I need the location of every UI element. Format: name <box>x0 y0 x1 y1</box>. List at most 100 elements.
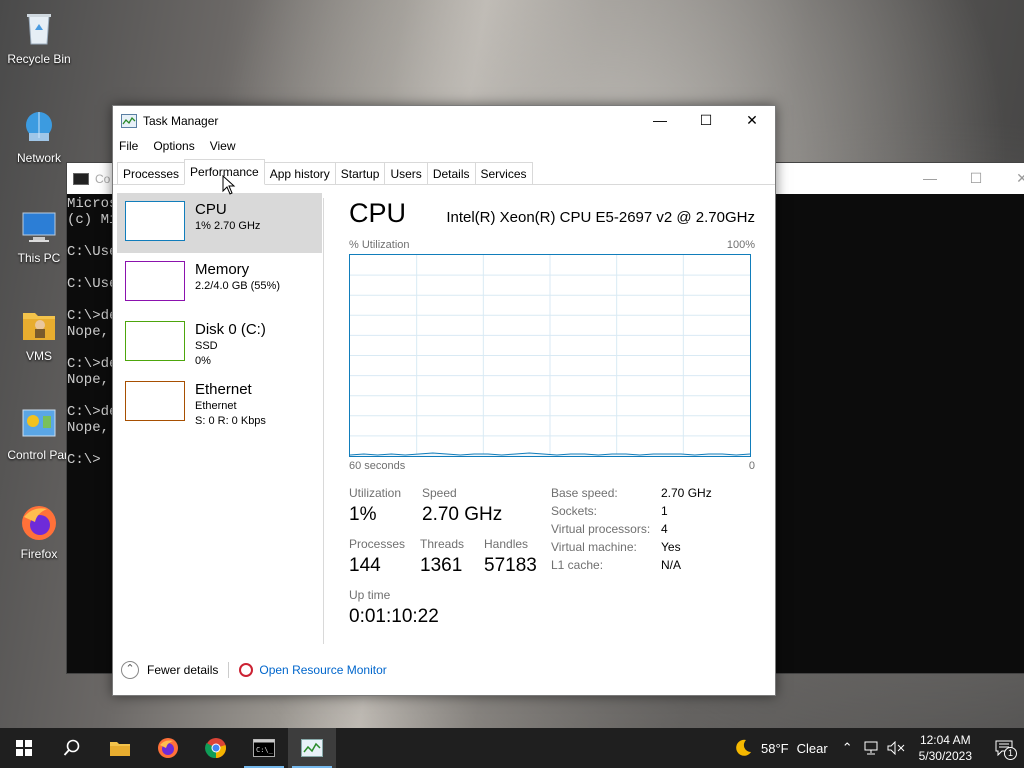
uptime-label: Up time <box>349 588 391 602</box>
firefox-icon <box>158 738 178 758</box>
uptime-value: 0:01:10:22 <box>349 606 439 627</box>
open-resource-monitor-link[interactable]: Open Resource Monitor <box>259 663 386 677</box>
cpu-property-value: 1 <box>661 504 668 518</box>
task-manager-window: Task Manager — ☐ ✕ File Options View Proce… <box>112 105 776 696</box>
perf-item-detail: Ethernet <box>195 400 237 412</box>
menu-file[interactable]: File <box>119 139 138 153</box>
perf-item-detail: 2.2/4.0 GB (55%) <box>195 280 280 292</box>
cpu-property-key: L1 cache: <box>551 558 604 572</box>
desktop-icon[interactable]: Recycle Bin <box>4 8 74 66</box>
graph-x-label: 60 seconds <box>349 460 406 472</box>
resource-monitor-icon <box>239 663 254 677</box>
graph-y-max: 100% <box>726 239 755 251</box>
firefox-icon <box>19 503 59 543</box>
search-button[interactable] <box>48 728 96 768</box>
desktop-icon[interactable]: Firefox <box>4 503 74 561</box>
window-title: Task Manager <box>143 113 219 128</box>
cpu-property-row: L1 cache: N/A <box>551 558 712 576</box>
weather-condition: Clear <box>796 740 828 756</box>
recycle-bin-icon <box>19 8 59 48</box>
cpu-property-row: Virtual machine: Yes <box>551 540 712 558</box>
cpu-property-value: N/A <box>661 558 682 572</box>
desktop-icon-label: Firefox <box>20 547 58 561</box>
taskbar-chrome[interactable] <box>192 728 240 768</box>
tab-users[interactable]: Users <box>384 162 428 184</box>
taskbar-file-explorer[interactable] <box>96 728 144 768</box>
panel-divider <box>323 198 324 644</box>
cpu-property-row: Sockets: 1 <box>551 504 712 522</box>
graph-y-label: % Utilization <box>349 239 410 251</box>
titlebar[interactable]: Task Manager — ☐ ✕ <box>113 106 775 135</box>
taskbar-firefox[interactable] <box>144 728 192 768</box>
menu-view[interactable]: View <box>210 139 236 153</box>
cpu-model: Intel(R) Xeon(R) CPU E5-2697 v2 @ 2.70GH… <box>446 209 755 226</box>
cpu-property-key: Base speed: <box>551 486 618 500</box>
tab-startup[interactable]: Startup <box>334 162 386 184</box>
console-icon <box>73 172 89 185</box>
taskbar-task-manager[interactable] <box>288 728 336 768</box>
fewer-details-link[interactable]: Fewer details <box>147 663 218 677</box>
perf-item-thumbnail <box>125 321 185 361</box>
utilization-value: 1% <box>349 504 377 525</box>
menu-options[interactable]: Options <box>153 139 194 153</box>
desktop-icon[interactable]: This PC <box>4 207 74 265</box>
threads-value: 1361 <box>420 555 463 576</box>
minimize-button[interactable]: — <box>637 106 683 135</box>
search-icon <box>63 739 80 756</box>
notification-center-button[interactable]: 1 <box>984 728 1024 768</box>
network-icon[interactable] <box>863 741 879 755</box>
tab-processes[interactable]: Processes <box>117 162 186 184</box>
console-close-button[interactable]: ✕ <box>999 163 1024 194</box>
perf-item-cpu[interactable]: CPU 1% 2.70 GHz <box>117 193 322 253</box>
cpu-property-row: Base speed: 2.70 GHz <box>551 486 712 504</box>
perf-item-thumbnail <box>125 261 185 301</box>
speaker-muted-icon[interactable] <box>887 741 905 755</box>
clock-date: 5/30/2023 <box>918 749 972 763</box>
desktop-icon-label: Network <box>16 151 61 165</box>
processes-label: Processes <box>349 537 406 551</box>
desktop-icon-label: VMS <box>25 349 52 363</box>
cpu-property-value: Yes <box>661 540 681 554</box>
svg-text:C:\_: C:\_ <box>256 746 274 754</box>
command-prompt-icon: C:\_ <box>253 739 275 757</box>
cpu-graph-svg <box>350 255 750 456</box>
perf-item-memory[interactable]: Memory 2.2/4.0 GB (55%) <box>117 253 322 313</box>
maximize-button[interactable]: ☐ <box>683 106 729 135</box>
desktop-icon[interactable]: Network <box>4 107 74 165</box>
utilization-label: Utilization <box>349 486 402 500</box>
graph-x-min: 0 <box>748 460 755 472</box>
perf-item-thumbnail <box>125 201 185 241</box>
notification-count-badge: 1 <box>1004 747 1017 760</box>
cpu-property-key: Sockets: <box>551 504 598 518</box>
perf-item-ethernet[interactable]: Ethernet Ethernet S: 0 R: 0 Kbps <box>117 373 322 433</box>
footer: ⌃ Fewer details Open Resource Monitor <box>113 645 775 695</box>
chevron-up-icon[interactable]: ⌃ <box>121 661 139 679</box>
console-minimize-button[interactable]: — <box>907 163 953 194</box>
clock[interactable]: 12:04 AM 5/30/2023 <box>919 732 972 764</box>
taskbar-command-prompt[interactable]: C:\_ <box>240 728 288 768</box>
footer-separator <box>228 662 230 678</box>
console-maximize-button[interactable]: ☐ <box>953 163 999 194</box>
weather-widget[interactable]: 58°F Clear <box>733 738 828 758</box>
cpu-property-value: 4 <box>661 522 668 536</box>
folder-icon <box>110 742 130 756</box>
tab-services[interactable]: Services <box>474 162 533 184</box>
start-button[interactable] <box>0 728 48 768</box>
perf-item-name: Memory <box>195 261 250 278</box>
desktop-icon[interactable]: VMS <box>4 305 74 363</box>
perf-item-detail: SSD <box>195 340 218 352</box>
desktop-icon[interactable]: Control Pan <box>4 404 74 462</box>
close-button[interactable]: ✕ <box>729 106 775 135</box>
desktop-icon-label: Recycle Bin <box>7 52 71 66</box>
task-manager-icon <box>301 739 323 757</box>
speed-label: Speed <box>422 486 457 500</box>
tab-app-history[interactable]: App history <box>263 162 336 184</box>
detail-heading: CPU <box>349 198 407 228</box>
perf-item-name: CPU <box>195 201 227 218</box>
cpu-property-key: Virtual processors: <box>551 522 651 536</box>
tab-details[interactable]: Details <box>426 162 476 184</box>
chrome-icon <box>205 738 226 759</box>
handles-label: Handles <box>484 537 529 551</box>
chevron-up-icon[interactable]: ⌃ <box>842 740 853 756</box>
perf-item-disk[interactable]: Disk 0 (C:) SSD 0% <box>117 313 322 373</box>
